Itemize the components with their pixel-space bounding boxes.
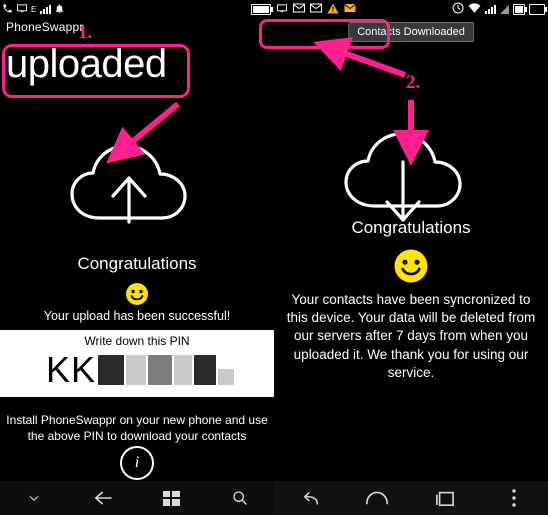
annotation-marker-1: 1. — [78, 22, 93, 43]
cloud-download-icon — [274, 132, 548, 224]
congratulations-label: Congratulations — [77, 254, 197, 273]
upload-success-message: Your upload has been successful! — [43, 309, 231, 323]
pin-redaction-block — [218, 369, 235, 385]
monitor-icon — [16, 3, 28, 16]
back-arrow-icon[interactable] — [79, 484, 127, 512]
left-statusbar: E — [0, 0, 274, 18]
toast-contacts-downloaded: Contacts Downloaded — [348, 22, 474, 42]
app-title: PhoneSwappr — [6, 20, 84, 34]
recents-icon[interactable] — [421, 484, 469, 512]
pin-visible-chars: KK — [45, 349, 97, 390]
pin-redaction-block — [98, 355, 125, 385]
signal-bars-icon — [485, 4, 496, 14]
right-statusbar-right — [452, 0, 547, 18]
smiley-icon — [274, 248, 548, 290]
clock-icon — [452, 2, 464, 16]
sync-message: Your contacts have been syncronized to t… — [286, 292, 536, 380]
annotation-marker-2: 2. — [406, 72, 421, 93]
home-icon[interactable] — [353, 484, 401, 512]
mail-icon — [310, 3, 322, 15]
install-instructions: Install PhoneSwappr on your new phone an… — [6, 413, 268, 443]
left-statusbar-right — [251, 0, 273, 18]
info-icon[interactable]: i — [120, 446, 154, 480]
bell-icon — [54, 3, 65, 16]
monitor-icon — [276, 3, 288, 16]
pin-label: Write down this PIN — [84, 334, 190, 348]
signal-bars-icon — [39, 4, 51, 14]
pin-redaction-block — [174, 355, 193, 385]
battery-icon — [251, 3, 273, 15]
left-phone-screen: E PhoneSwappr uploaded Congratulations Y… — [0, 0, 275, 515]
warning-icon — [327, 3, 339, 16]
wifi-icon — [468, 2, 481, 16]
right-navbar — [274, 481, 548, 515]
uploaded-headline: uploaded — [6, 42, 167, 86]
left-navbar — [0, 481, 274, 515]
cloud-upload-icon — [0, 140, 274, 225]
phone-icon — [2, 3, 13, 16]
battery-icon — [529, 3, 547, 15]
mail-icon — [344, 3, 356, 15]
pin-redaction-block — [148, 355, 173, 385]
congratulations-label: Congratulations — [351, 218, 471, 237]
back-arrow-icon[interactable] — [284, 484, 332, 512]
pin-panel: Write down this PIN KK — [0, 330, 274, 397]
pin-redaction-block — [194, 355, 217, 385]
windows-home-icon[interactable] — [147, 484, 195, 512]
pin-value-row: KK — [0, 349, 274, 391]
network-type-label: E — [31, 4, 37, 14]
pin-redaction-block — [126, 355, 147, 385]
back-chevron-icon[interactable] — [10, 484, 58, 512]
smiley-icon — [0, 282, 274, 310]
signal-triangle-icon — [500, 4, 509, 14]
mail-icon — [293, 3, 305, 15]
right-statusbar — [274, 0, 548, 18]
battery-icon — [513, 3, 527, 15]
overflow-menu-icon[interactable] — [490, 484, 538, 512]
search-icon[interactable] — [216, 484, 264, 512]
